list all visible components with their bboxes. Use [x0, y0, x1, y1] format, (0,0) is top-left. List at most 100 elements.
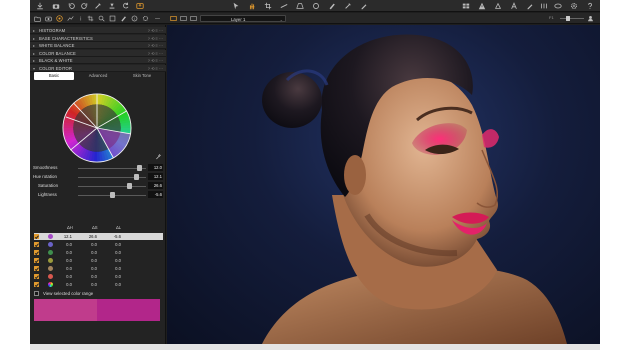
chevron-right-icon[interactable]: ▸: [33, 36, 35, 41]
chevron-right-icon[interactable]: ▸: [33, 58, 35, 63]
zoom-icon[interactable]: [494, 2, 502, 10]
grid-view-icon[interactable]: [462, 2, 470, 10]
color-range-row[interactable]: 0.0 0.0 0.0: [34, 281, 163, 288]
slider-track[interactable]: [78, 186, 146, 187]
color-tab-icon[interactable]: [56, 15, 63, 22]
tool-section-color-balance[interactable]: ▸ COLOR BALANCE ? ⟲ ≡ ⋯: [30, 49, 166, 57]
color-range-swatch[interactable]: [48, 282, 53, 287]
color-range-row[interactable]: 0.0 0.0 0.0: [34, 265, 163, 272]
tab-skin-tone[interactable]: Skin Tone: [122, 72, 162, 80]
section-controls-icon[interactable]: ? ⟲ ≡ ⋯: [148, 43, 163, 48]
image-viewer[interactable]: [167, 25, 600, 344]
color-range-row[interactable]: 0.0 0.0 0.0: [34, 273, 163, 280]
single-view-icon[interactable]: [170, 15, 177, 22]
slider-thumb[interactable]: [134, 174, 140, 180]
zoom-slider[interactable]: [560, 16, 584, 21]
row-enabled-checkbox[interactable]: [34, 282, 39, 287]
layout-view-icon[interactable]: [190, 15, 197, 22]
settings-icon[interactable]: [570, 2, 578, 10]
slider-value-field[interactable]: 26.6: [148, 182, 163, 189]
tool-section-color-editor[interactable]: ▾ COLOR EDITOR ? ⟲ ≡ ⋯: [30, 65, 166, 72]
tab-basic[interactable]: Basic: [34, 72, 74, 80]
lens-tab-icon[interactable]: i: [78, 15, 85, 22]
rotate-icon[interactable]: [122, 2, 130, 10]
mask-brush-icon[interactable]: [328, 2, 336, 10]
user-icon[interactable]: [587, 15, 594, 22]
color-picker-tool-icon[interactable]: [344, 2, 352, 10]
color-range-swatch[interactable]: [48, 242, 53, 247]
section-controls-icon[interactable]: ? ⟲ ≡ ⋯: [148, 51, 163, 56]
color-range-row[interactable]: 0.0 0.0 0.0: [34, 257, 163, 264]
row-enabled-checkbox[interactable]: [34, 274, 39, 279]
color-range-row[interactable]: 0.0 0.0 0.0: [34, 249, 163, 256]
slider-value-field[interactable]: 12.1: [148, 173, 163, 180]
exposure-tab-icon[interactable]: [67, 15, 74, 22]
undo-icon[interactable]: [68, 2, 76, 10]
spot-removal-icon[interactable]: [312, 2, 320, 10]
copy-adjustments-icon[interactable]: [94, 2, 102, 10]
local-adjust-tab-icon[interactable]: [109, 15, 116, 22]
view-range-checkbox[interactable]: [34, 291, 39, 296]
slider-thumb[interactable]: [126, 183, 132, 189]
tool-section-white-balance[interactable]: ▸ WHITE BALANCE ? ⟲ ≡ ⋯: [30, 42, 166, 50]
row-enabled-checkbox[interactable]: [34, 234, 39, 239]
annotate-icon[interactable]: [360, 2, 368, 10]
chevron-right-icon[interactable]: ▸: [33, 43, 35, 48]
help-icon[interactable]: [586, 2, 594, 10]
color-range-swatch[interactable]: [48, 250, 53, 255]
share-icon[interactable]: [554, 2, 562, 10]
section-controls-icon[interactable]: ? ⟲ ≡ ⋯: [148, 36, 163, 41]
edit-icon[interactable]: [526, 2, 534, 10]
capture-tab-icon[interactable]: [45, 15, 52, 22]
multi-view-icon[interactable]: [180, 15, 187, 22]
color-range-swatch[interactable]: [48, 258, 53, 263]
slider-value-field[interactable]: 12.0: [148, 164, 163, 171]
export-icon[interactable]: [136, 2, 144, 10]
pan-tool-icon[interactable]: [248, 2, 256, 10]
details-tab-icon[interactable]: [98, 15, 105, 22]
output-tab-icon[interactable]: i: [131, 15, 138, 22]
color-wheel[interactable]: [60, 91, 134, 165]
tool-section-black-white[interactable]: ▸ BLACK & WHITE ? ⟲ ≡ ⋯: [30, 57, 166, 65]
slider-track[interactable]: [78, 168, 146, 169]
warning-icon[interactable]: [478, 2, 486, 10]
color-range-row[interactable]: 0.0 0.0 0.0: [34, 241, 163, 248]
more-tabs-icon[interactable]: [154, 15, 161, 22]
row-enabled-checkbox[interactable]: [34, 250, 39, 255]
color-range-row[interactable]: 12.1 26.6 -5.6: [34, 233, 163, 240]
tool-section-base-characteristics[interactable]: ▸ BASE CHARACTERISTICS ? ⟲ ≡ ⋯: [30, 34, 166, 42]
chevron-right-icon[interactable]: ▸: [33, 51, 35, 56]
slider-thumb[interactable]: [110, 192, 116, 198]
row-enabled-checkbox[interactable]: [34, 242, 39, 247]
previous-variant-icon[interactable]: F1: [549, 15, 554, 20]
slider-thumb[interactable]: [136, 165, 142, 171]
chevron-down-icon[interactable]: ▾: [33, 66, 35, 71]
keystone-tool-icon[interactable]: [296, 2, 304, 10]
tool-section-histogram[interactable]: ▸ HISTOGRAM ? ⟲ ≡ ⋯: [30, 27, 166, 34]
select-tool-icon[interactable]: [232, 2, 240, 10]
zoom-slider-thumb[interactable]: [566, 16, 570, 21]
slider-value-field[interactable]: -5.6: [148, 191, 163, 198]
composition-tab-icon[interactable]: [87, 15, 94, 22]
text-icon[interactable]: [510, 2, 518, 10]
library-tab-icon[interactable]: [34, 15, 41, 22]
section-controls-icon[interactable]: ? ⟲ ≡ ⋯: [148, 28, 163, 33]
redo-icon[interactable]: [80, 2, 88, 10]
chevron-right-icon[interactable]: ▸: [33, 28, 35, 33]
layer-selector[interactable]: Layer 1 ⌄: [200, 15, 286, 22]
color-range-swatch[interactable]: [48, 234, 53, 239]
tab-advanced[interactable]: Advanced: [78, 72, 118, 80]
import-icon[interactable]: [36, 2, 44, 10]
reset-icon[interactable]: [108, 2, 116, 10]
color-range-swatch[interactable]: [48, 274, 53, 279]
batch-tab-icon[interactable]: [142, 15, 149, 22]
section-controls-icon[interactable]: ? ⟲ ≡ ⋯: [148, 66, 163, 71]
metadata-tab-icon[interactable]: [120, 15, 127, 22]
compare-icon[interactable]: [540, 2, 548, 10]
eyedropper-icon[interactable]: [155, 153, 162, 160]
crop-tool-icon[interactable]: [264, 2, 272, 10]
color-range-swatch[interactable]: [48, 266, 53, 271]
row-enabled-checkbox[interactable]: [34, 258, 39, 263]
capture-icon[interactable]: [52, 2, 60, 10]
row-enabled-checkbox[interactable]: [34, 266, 39, 271]
